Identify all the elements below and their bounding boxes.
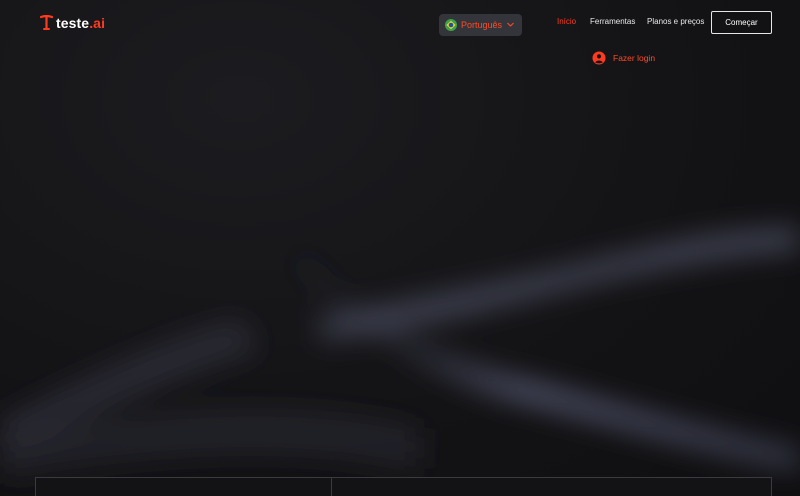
- chevron-down-icon: [507, 22, 514, 27]
- logo-mark-icon: [40, 15, 53, 31]
- brazil-flag-icon: [445, 19, 457, 31]
- user-avatar-icon: [592, 51, 606, 64]
- panel-divider: [331, 478, 332, 496]
- start-button[interactable]: Começar: [711, 11, 772, 34]
- nav-link-planos[interactable]: Planos e preços: [647, 17, 704, 26]
- nav-item-ferramentas[interactable]: Ferramentas: [590, 17, 635, 26]
- nav-item-inicio[interactable]: Início: [557, 17, 576, 26]
- nav-link-ferramentas[interactable]: Ferramentas: [590, 17, 635, 26]
- content-panel: [35, 477, 772, 496]
- language-selector[interactable]: Português: [439, 14, 522, 36]
- page: teste.ai Português Início Ferramentas Pl…: [0, 0, 800, 496]
- nav-item-planos[interactable]: Planos e preços: [647, 17, 704, 26]
- brand-logo[interactable]: teste.ai: [40, 14, 105, 32]
- login-link[interactable]: Fazer login: [592, 50, 655, 65]
- nav-link-inicio[interactable]: Início: [557, 17, 576, 26]
- brand-suffix: .ai: [89, 15, 106, 31]
- language-label: Português: [461, 20, 503, 30]
- brand-name: teste.ai: [56, 15, 106, 31]
- login-label: Fazer login: [613, 52, 656, 63]
- hero-background: [0, 228, 800, 476]
- site-header: teste.ai Português Início Ferramentas Pl…: [0, 0, 800, 48]
